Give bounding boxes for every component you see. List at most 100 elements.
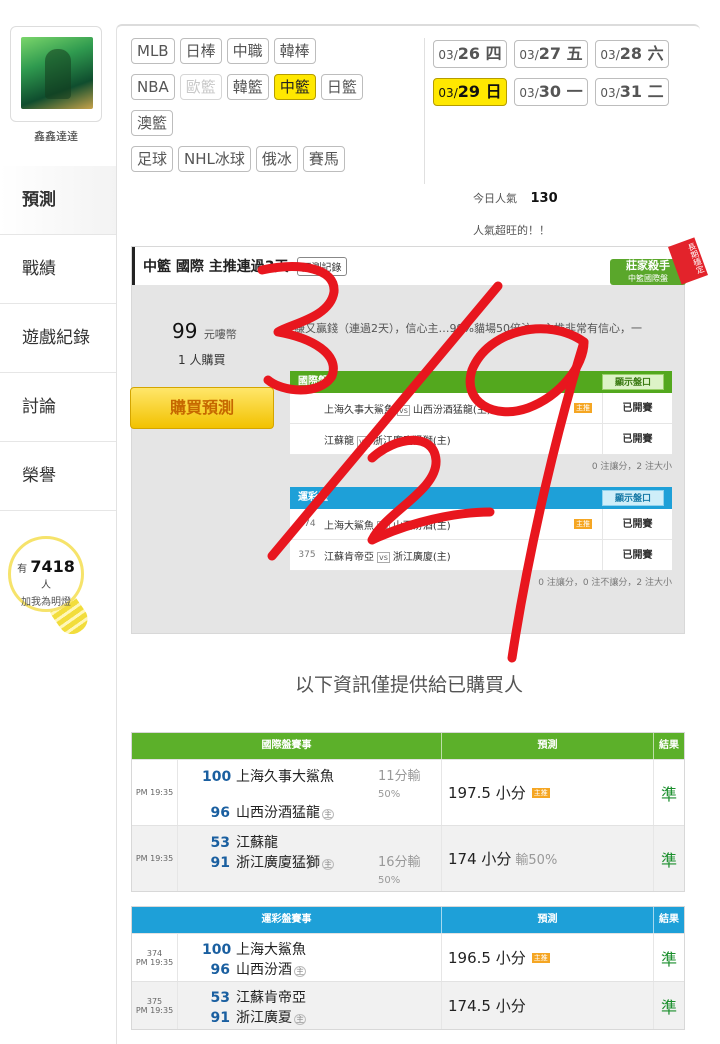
nav-record[interactable]: 戰績 <box>0 234 116 302</box>
price-unit: 元嘍幣 <box>203 328 237 341</box>
buy-prediction-button[interactable]: 購買預測 <box>130 387 274 429</box>
away-line: 100 上海久事大鯊魚 <box>202 766 334 786</box>
matchup: 上海大鯊魚 vs 山西汾酒(主) <box>324 517 574 532</box>
prediction-record-button[interactable]: 預測記錄 <box>296 256 347 276</box>
show-odds-button[interactable]: 顯示盤口 <box>602 374 664 390</box>
league-selector: MLB 日棒 中職 韓棒 NBA 歐籃 韓籃 中籃 日籃 澳籃 足球 NHL冰球… <box>131 38 421 182</box>
date-month: 03/ <box>519 48 539 62</box>
banker-killer-badge: 莊家殺手 中籃國際盤 長期穩定 <box>602 237 708 295</box>
league-cpbl[interactable]: 中職 <box>226 38 269 64</box>
table-row: 374 上海大鯊魚 vs 山西汾酒(主) 主推 已開賽 <box>290 508 672 540</box>
follow-bulb-button[interactable]: 有 7418 人 加我為明燈 <box>8 536 84 612</box>
home-icon: 主 <box>294 1014 306 1025</box>
nav-honor[interactable]: 榮譽 <box>0 441 116 509</box>
league-cba[interactable]: 中籃 <box>273 74 316 100</box>
game-number: 374 <box>146 948 163 958</box>
date-day: 28 六 <box>619 44 664 63</box>
home-icon: 主 <box>294 966 306 977</box>
game-number: 375 <box>146 996 163 1006</box>
show-odds-button[interactable]: 顯示盤口 <box>602 490 664 506</box>
league-japan-basketball[interactable]: 日籃 <box>320 74 363 100</box>
game-status: 已開賽 <box>602 508 672 540</box>
popularity-value: 130 <box>530 191 558 206</box>
league-nhl[interactable]: NHL冰球 <box>178 146 251 172</box>
away-line: 53 江蘇肯帝亞 <box>202 987 306 1007</box>
league-npb[interactable]: 日棒 <box>179 38 222 64</box>
game-time-text: PM 19:35 <box>135 1005 174 1015</box>
league-khl[interactable]: 俄冰 <box>255 146 298 172</box>
prediction: 196.5 小分 主推 <box>442 934 654 981</box>
margin-value: 16分輸 <box>378 855 421 870</box>
date-month: 03/ <box>600 86 620 100</box>
buyer-count: 1 人購買 <box>178 353 226 367</box>
away-team: 江蘇肯帝亞 <box>236 990 306 1006</box>
date-month: 03/ <box>519 86 539 100</box>
lottery-odds-header: 運彩盤 顯示盤口 <box>290 487 672 509</box>
table-row: 375 PM 19:35 53 江蘇肯帝亞 91 浙江廣夏主 174.5 小分 準 <box>132 981 684 1029</box>
main-pick-badge: 主推 <box>574 519 592 529</box>
away-team: 江蘇龍 <box>236 835 278 851</box>
date-0326[interactable]: 03/26 四 <box>433 40 507 68</box>
league-row: MLB 日棒 中職 韓棒 <box>131 38 421 64</box>
date-0327[interactable]: 03/27 五 <box>514 40 588 68</box>
buyers-only-notice: 以下資訊僅提供給已購買人 <box>294 674 523 696</box>
league-row: NBA 歐籃 韓籃 中籃 日籃 <box>131 74 421 100</box>
margin: 16分輸 50% <box>378 854 421 889</box>
result-accurate: 準 <box>660 949 677 969</box>
away-team: 上海久事大鯊魚 <box>324 404 394 416</box>
nav-predict[interactable]: 預測 <box>0 166 116 234</box>
away-score: 100 <box>202 769 232 785</box>
price: 99 元嘍幣 <box>172 319 237 343</box>
result-accurate: 準 <box>660 997 677 1017</box>
league-soccer[interactable]: 足球 <box>131 146 174 172</box>
home-team: 山西汾酒猛龍(主) <box>412 404 491 416</box>
card-title: 中籃 國際 主推連過3天 <box>143 259 289 275</box>
home-score: 91 <box>210 855 230 871</box>
prediction: 197.5 小分 主推 <box>442 760 654 825</box>
date-day: 31 二 <box>619 82 664 101</box>
intl-odds-title: 國際盤 <box>298 376 328 387</box>
nav-game-log[interactable]: 遊戲紀錄 <box>0 303 116 371</box>
prediction: 174 小分 輸50% <box>442 826 654 891</box>
col-header-prediction: 預測 <box>442 907 654 933</box>
lottery-odds-table: 運彩盤 顯示盤口 374 上海大鯊魚 vs 山西汾酒(主) 主推 已開賽 375 江… <box>290 487 672 588</box>
lottery-results-table: 運彩盤賽事 預測 結果 374 PM 19:35 100 上海大鯊魚 96 山西汾酒主… <box>131 906 685 1030</box>
popularity-label: 今日人氣 <box>473 192 517 205</box>
avatar[interactable] <box>10 26 102 122</box>
bulb-count: 有 7418 人 <box>11 557 81 591</box>
table-row: 上海久事大鯊魚 vs 山西汾酒猛龍(主) 主推 已開賽 <box>290 392 672 424</box>
game-status: 已開賽 <box>602 423 672 455</box>
away-line: 53 江蘇龍 <box>202 832 278 852</box>
away-team: 江蘇肯帝亞 <box>324 551 374 563</box>
nav-discussion[interactable]: 討論 <box>0 372 116 440</box>
main-pick-badge: 主推 <box>531 952 550 963</box>
game-time: 374 PM 19:35 <box>132 934 178 981</box>
date-0329[interactable]: 03/29 日 <box>433 78 507 106</box>
prediction-description: 賺又贏錢（連過2天），信心主…99%貓場50倍注，主推非常有信心，一 <box>294 322 642 335</box>
home-line: 91 浙江廣夏主 <box>202 1007 306 1027</box>
table-row: 375 江蘇肯帝亞 vs 浙江廣廈(主) 已開賽 <box>290 539 672 571</box>
league-mlb[interactable]: MLB <box>131 38 175 64</box>
date-0330[interactable]: 03/30 一 <box>514 78 588 106</box>
intl-results-table: 國際盤賽事 預測 結果 PM 19:35 100 上海久事大鯊魚 96 山西汾酒猛龍… <box>131 732 685 892</box>
league-horse-racing[interactable]: 賽馬 <box>302 146 345 172</box>
league-korea-basketball[interactable]: 韓籃 <box>226 74 269 100</box>
league-nbl[interactable]: 澳籃 <box>131 110 174 136</box>
league-kbo[interactable]: 韓棒 <box>273 38 316 64</box>
bulb-label: 加我為明燈 <box>21 597 71 608</box>
league-nba[interactable]: NBA <box>131 74 175 100</box>
date-0331[interactable]: 03/31 二 <box>595 78 669 106</box>
home-team: 浙江廣夏 <box>236 1010 292 1026</box>
date-day: 30 一 <box>538 82 583 101</box>
page: 鑫鑫達達 預測 戰績 遊戲紀錄 討論 榮譽 有 7418 人 加我為明燈 MLB… <box>0 0 720 1044</box>
home-line: 96 山西汾酒猛龍主 <box>202 802 334 822</box>
date-day: 27 五 <box>538 44 583 63</box>
away-score: 100 <box>202 942 232 958</box>
price-value: 99 <box>172 319 198 343</box>
away-team: 上海久事大鯊魚 <box>236 769 334 785</box>
prediction: 174.5 小分 <box>442 982 654 1029</box>
popularity: 今日人氣 130 <box>473 190 558 206</box>
home-line: 96 山西汾酒主 <box>202 959 306 979</box>
date-0328[interactable]: 03/28 六 <box>595 40 669 68</box>
avatar-image <box>21 37 93 109</box>
